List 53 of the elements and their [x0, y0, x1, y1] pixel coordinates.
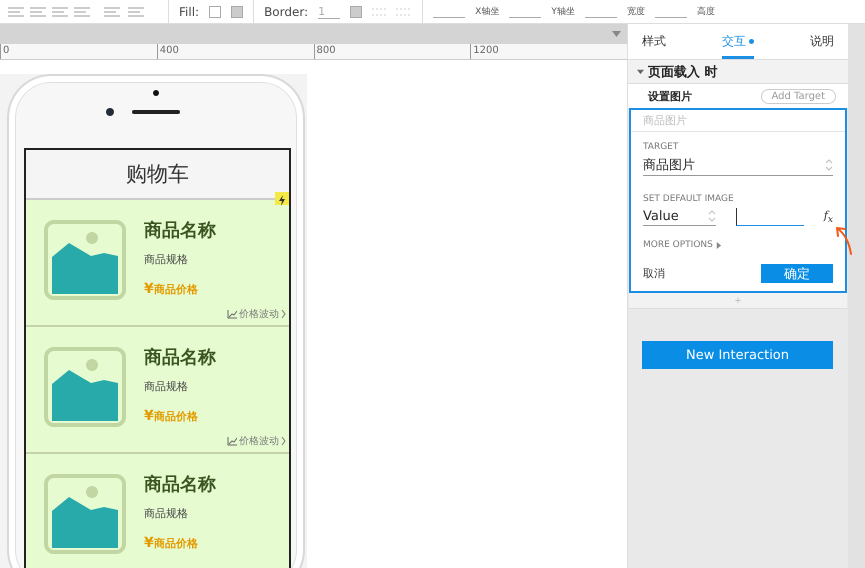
target-select[interactable]: 商品图片 [643, 156, 833, 176]
panel-tab[interactable]: 样式 [642, 33, 666, 59]
updown-icon [708, 209, 716, 223]
line-style-icon[interactable] [372, 6, 412, 18]
product-name: 商品名称 [144, 220, 216, 242]
coordinate-label: X轴坐 [475, 6, 500, 18]
product-price: ¥商品价格 [144, 535, 199, 551]
new-interaction-button[interactable]: New Interaction [642, 341, 833, 369]
image-caption: SET DEFAULT IMAGE [643, 194, 735, 204]
target-summary: 商品图片 [631, 110, 845, 132]
trend-chart-icon [227, 436, 237, 446]
add-target-button[interactable]: Add Target [760, 88, 836, 104]
caret-icon [637, 68, 644, 75]
product-spec: 商品规格 [144, 379, 189, 394]
chevron-right-icon [281, 310, 286, 318]
action-label: 设置图片 [648, 88, 692, 104]
coordinate-label: 宽度 [626, 6, 645, 18]
arrow-annotation-icon [833, 224, 855, 256]
product-name: 商品名称 [144, 474, 216, 496]
lightning-icon [275, 192, 289, 205]
mode-select[interactable]: Value [643, 208, 716, 226]
dropdown-icon[interactable] [612, 31, 621, 37]
coordinate-label: Y轴坐 [551, 6, 575, 18]
function-button[interactable]: f$_{x}$ [824, 208, 833, 226]
trend-chart-icon [227, 310, 237, 318]
trend-link[interactable]: 价格波动 [239, 307, 279, 321]
panel-tab[interactable]: 说明 [810, 33, 834, 59]
updown-icon [825, 158, 833, 172]
cancel-button[interactable]: 取消 [643, 266, 665, 281]
shadow-swatch[interactable] [231, 6, 244, 18]
border-field[interactable]: 1 [318, 4, 340, 18]
coordinate-label: 高度 [696, 6, 715, 18]
product-price: ¥商品价格 [144, 408, 199, 424]
ok-button[interactable]: 确定 [761, 264, 833, 283]
ruler-label: 400 [156, 44, 314, 59]
product-name: 商品名称 [144, 347, 216, 369]
fill-swatch[interactable] [209, 6, 222, 18]
border-label: Border: [264, 4, 308, 18]
product-spec: 商品规格 [144, 506, 189, 521]
trend-link[interactable]: 价格波动 [239, 434, 279, 448]
fill-label: Fill: [179, 4, 200, 18]
caret-icon [714, 242, 722, 248]
product-price: ¥商品价格 [144, 281, 199, 297]
target-caption: TARGET [643, 142, 680, 152]
ruler-label: 0 [0, 44, 157, 59]
more-options-link[interactable]: MORE OPTIONS [643, 240, 833, 250]
chevron-right-icon [281, 437, 286, 445]
ruler-label: 800 [314, 44, 470, 59]
image-placeholder-icon [44, 220, 126, 300]
image-placeholder-icon [44, 474, 126, 554]
product-spec: 商品规格 [144, 252, 189, 267]
image-placeholder-icon [44, 347, 126, 427]
border-swatch[interactable] [350, 6, 362, 18]
